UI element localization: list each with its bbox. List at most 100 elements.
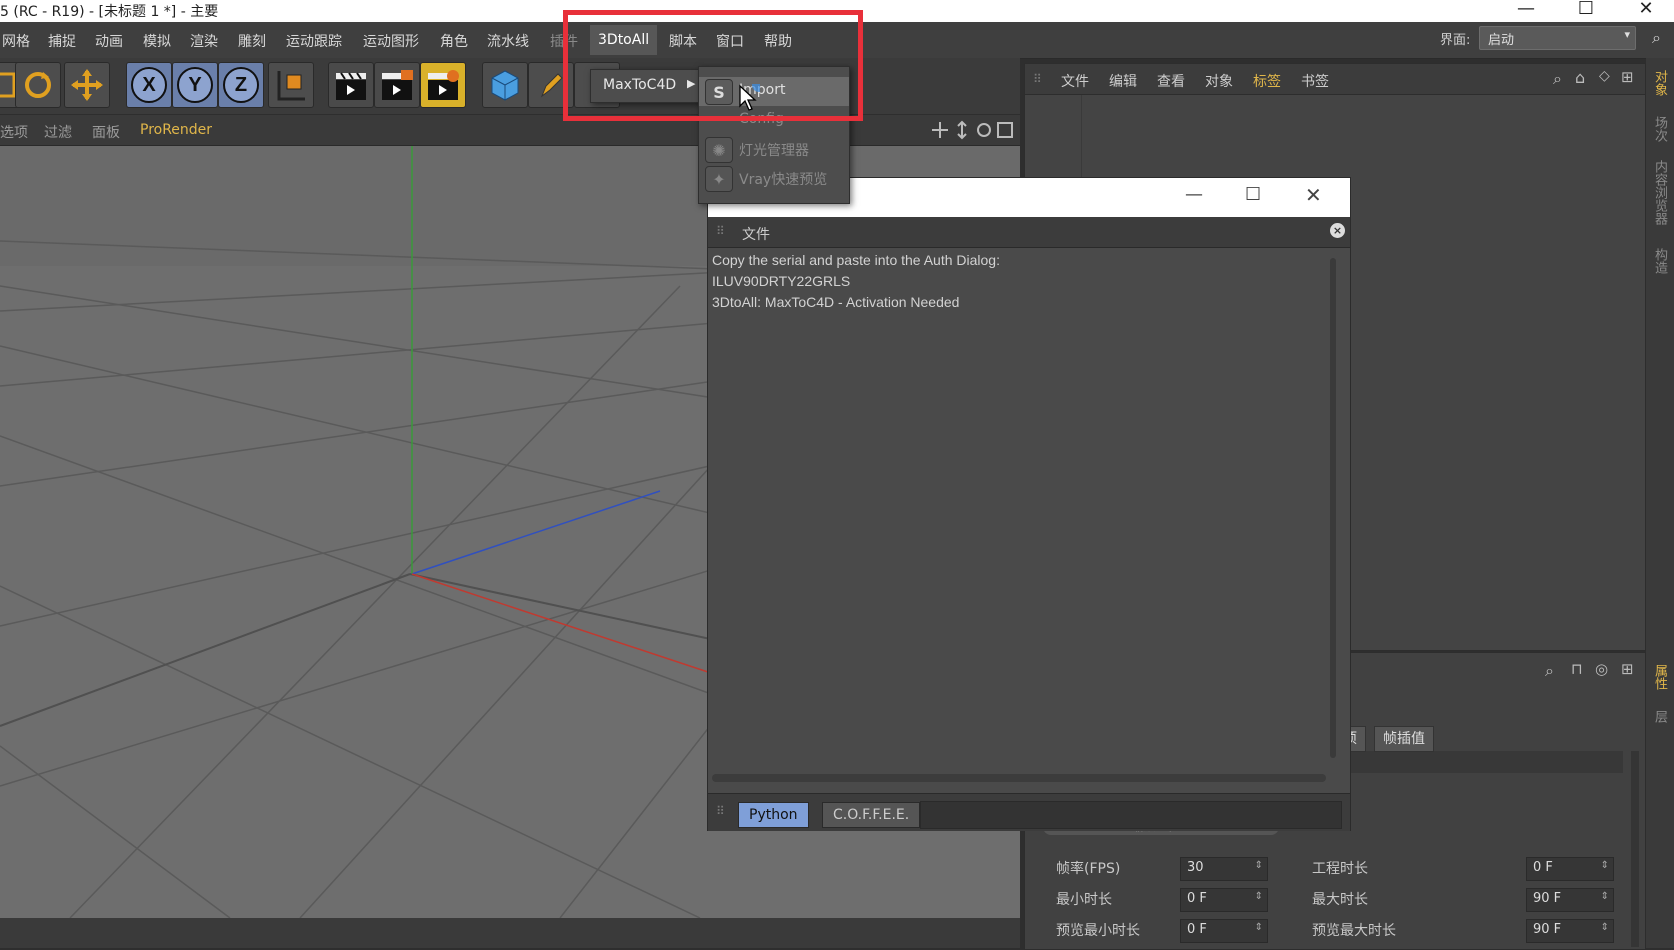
stepper-icon[interactable]: ⇕ [1601,891,1609,902]
console-output[interactable]: Copy the serial and paste into the Auth … [708,248,1334,768]
x-axis-icon: X [131,67,167,103]
clapperboard-render-icon [382,70,413,100]
menu-item-vray-preview[interactable]: ✦ Vray快速预览 [699,164,849,193]
search-icon[interactable]: ⌕ [1545,661,1554,681]
menu-script[interactable]: 脚本 [669,31,697,51]
om-menu-tags[interactable]: 标签 [1253,71,1281,91]
render-settings-button[interactable] [420,62,466,108]
console-menu-file[interactable]: 文件 [742,224,770,244]
maximize-icon[interactable]: ☐ [1245,184,1261,205]
stepper-icon[interactable]: ⇕ [1255,860,1263,871]
min-time-field[interactable]: 0 F ⇕ [1180,888,1268,912]
grip-icon[interactable]: ⠿ [716,804,725,818]
om-menu-objects[interactable]: 对象 [1205,71,1233,91]
menu-simulate[interactable]: 模拟 [143,31,171,51]
preview-min-field[interactable]: 0 F ⇕ [1180,919,1268,943]
coffee-button[interactable]: C.O.F.F.E.E. [822,802,921,828]
menu-snap[interactable]: 捕捉 [48,31,76,51]
strip-tab-objects[interactable]: 对象 [1650,70,1669,96]
om-menu-edit[interactable]: 编辑 [1109,71,1137,91]
x-axis-button[interactable]: X [126,62,172,108]
lock-icon[interactable]: ⊓ [1571,660,1583,678]
attr-scrollbar[interactable] [1631,751,1639,947]
layout-select[interactable]: 启动 ▾ [1479,26,1636,50]
console-hscrollbar[interactable] [712,774,1326,782]
menu-render[interactable]: 渲染 [190,31,218,51]
minimize-button[interactable]: — [1506,0,1546,20]
minimize-icon[interactable]: — [1185,184,1203,205]
menu-mesh[interactable]: 网格 [2,31,30,51]
target-icon[interactable]: ◎ [1595,660,1608,678]
strip-tab-content-browser[interactable]: 内容浏览器 [1650,160,1669,225]
stepper-icon[interactable]: ⇕ [1255,891,1263,902]
pen-spline-button[interactable] [528,62,574,108]
stepper-icon[interactable]: ⇕ [1255,922,1263,933]
om-menu-view[interactable]: 查看 [1157,71,1185,91]
home-icon[interactable]: ⌂ [1575,68,1585,87]
window-title: 5 (RC - R19) - [未标题 1 *] - 主要 [0,4,219,20]
eye-icon[interactable]: ◇ [1599,68,1610,84]
layout-label: 界面: [1440,33,1471,48]
new-panel-icon[interactable]: ⊞ [1621,660,1634,678]
viewport-menu-panel[interactable]: 面板 [92,122,120,142]
console-scrollbar[interactable] [1330,258,1336,758]
layout-select-value: 启动 [1488,33,1515,48]
attr-tab-keyframe-interpolation[interactable]: 帧插值 [1374,726,1434,752]
preview-max-field[interactable]: 90 F ⇕ [1526,919,1614,943]
stepper-icon[interactable]: ⇕ [1601,922,1609,933]
om-menu-bookmarks[interactable]: 书签 [1301,71,1329,91]
coordinate-system-button[interactable] [268,62,314,108]
om-menu-file[interactable]: 文件 [1061,71,1089,91]
strip-tab-attributes[interactable]: 属性 [1650,664,1669,690]
grip-icon[interactable]: ⠿ [1033,72,1042,86]
menu-help[interactable]: 帮助 [764,31,792,51]
close-icon[interactable]: × [1330,223,1345,238]
z-axis-icon: Z [223,67,259,103]
search-icon[interactable]: ⌕ [1553,69,1562,89]
y-axis-button[interactable]: Y [172,62,218,108]
render-picture-viewer-button[interactable] [374,62,420,108]
close-button[interactable]: ✕ [1626,0,1666,20]
maxtoc4d-submenu: S Import Config ✺ 灯光管理器 ✦ Vray快速预览 [698,66,850,204]
strip-tab-layers[interactable]: 层 [1650,710,1669,723]
python-button[interactable]: Python [738,802,809,828]
viewport-menu-prorender[interactable]: ProRender [140,122,212,138]
max-time-field[interactable]: 90 F ⇕ [1526,888,1614,912]
menu-item-label: Config [739,111,784,127]
menu-mograph[interactable]: 运动图形 [363,31,419,51]
rotate-tool-button[interactable] [15,62,61,108]
cube-icon [491,70,519,101]
menu-item-label: 灯光管理器 [739,143,809,159]
project-length-field[interactable]: 0 F ⇕ [1526,857,1614,881]
strip-tab-takes[interactable]: 场次 [1650,116,1669,142]
render-view-button[interactable] [328,62,374,108]
menu-motion-tracker[interactable]: 运动跟踪 [286,31,342,51]
viewport-menu-filter[interactable]: 过滤 [44,122,72,142]
menu-item-maxtoc4d[interactable]: MaxToC4D [603,77,676,93]
maximize-button[interactable]: ☐ [1566,0,1606,20]
new-panel-icon[interactable]: ⊞ [1621,68,1634,86]
menu-item-config[interactable]: Config [699,106,849,135]
fps-field[interactable]: 30 ⇕ [1180,857,1268,881]
menu-sculpt[interactable]: 雕刻 [238,31,266,51]
menu-character[interactable]: 角色 [440,31,468,51]
menu-item-light-manager[interactable]: ✺ 灯光管理器 [699,135,849,164]
viewport-menu-options[interactable]: 选项 [0,122,28,142]
menu-animate[interactable]: 动画 [95,31,123,51]
grip-icon[interactable]: ⠿ [716,224,725,238]
stepper-icon[interactable]: ⇕ [1601,860,1609,871]
menu-window[interactable]: 窗口 [716,31,744,51]
menu-pipeline[interactable]: 流水线 [487,31,529,51]
menu-plugins[interactable]: 插件 [550,31,578,51]
menu-item-import[interactable]: S Import [699,77,849,106]
strip-tab-structure[interactable]: 构造 [1650,248,1669,274]
cube-object-button[interactable] [482,62,528,108]
viewport-nav-icons[interactable] [932,119,1014,141]
close-icon[interactable]: ✕ [1305,183,1322,207]
search-icon[interactable]: ⌕ [1652,28,1661,48]
max-time-value: 90 F [1533,891,1562,906]
z-axis-button[interactable]: Z [218,62,264,108]
console-input-field[interactable] [920,801,1342,829]
move-tool-button[interactable] [64,62,110,108]
menu-3dtoall[interactable]: 3DtoAll [590,25,658,55]
